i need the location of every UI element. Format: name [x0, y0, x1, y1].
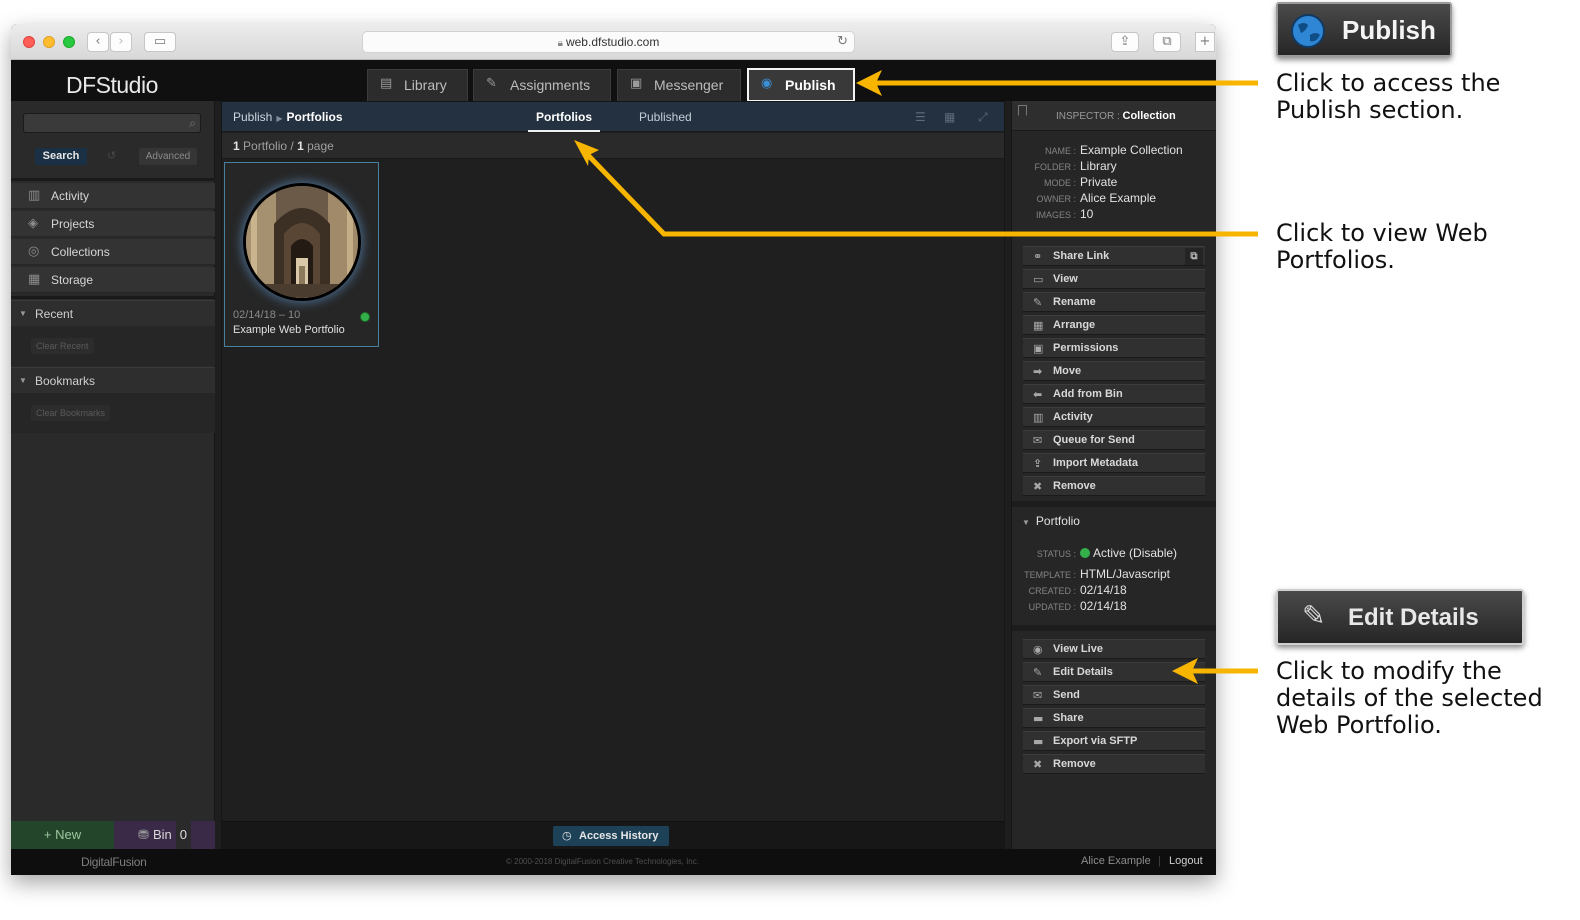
portfolios-arrow: [584, 151, 1258, 237]
tutorial-screenshot: ‹ › ▭ 🔒︎ web.dfstudio.com ↻ ⇪ ⧉ + DFStudi…: [0, 0, 1580, 920]
callout-arrows: [574, 70, 1258, 684]
